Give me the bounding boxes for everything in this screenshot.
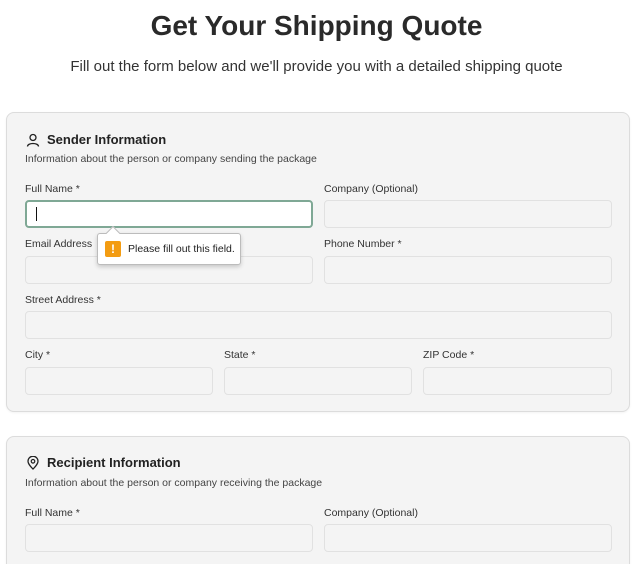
recipient-company-input[interactable] (324, 524, 612, 552)
page-title: Get Your Shipping Quote (150, 10, 483, 41)
recipient-company-label: Company (Optional) (324, 507, 418, 519)
recipient-description: Information about the person or company … (25, 477, 323, 489)
warning-icon: ! (105, 241, 121, 257)
recipient-information-card: Recipient Information Information about … (6, 436, 630, 564)
sender-phone-input[interactable] (324, 256, 612, 284)
sender-email-label: Email Address (25, 238, 93, 250)
sender-full-name-input[interactable] (25, 200, 313, 228)
recipient-full-name-input[interactable] (25, 524, 313, 552)
recipient-title-text: Recipient Information (47, 455, 181, 470)
sender-title-text: Sender Information (47, 132, 167, 147)
sender-full-name-label: Full Name * (25, 183, 80, 195)
user-icon (26, 133, 40, 147)
recipient-full-name-label: Full Name * (25, 507, 80, 519)
map-pin-icon (26, 455, 40, 470)
sender-street-label: Street Address * (25, 294, 101, 306)
validation-message: Please fill out this field. (128, 243, 235, 255)
sender-company-label: Company (Optional) (324, 183, 418, 195)
validation-tooltip: ! Please fill out this field. (97, 225, 241, 265)
sender-state-input[interactable] (224, 367, 412, 395)
recipient-card-title: Recipient Information (26, 455, 181, 470)
page-subtitle: Fill out the form below and we'll provid… (70, 58, 563, 75)
sender-city-input[interactable] (25, 367, 213, 395)
sender-city-label: City * (25, 349, 51, 361)
sender-card-title: Sender Information (26, 132, 166, 147)
sender-street-input[interactable] (25, 311, 612, 339)
sender-state-label: State * (224, 349, 256, 361)
sender-zip-label: ZIP Code * (423, 349, 475, 361)
sender-company-input[interactable] (324, 200, 612, 228)
sender-zip-input[interactable] (423, 367, 612, 395)
text-caret (36, 207, 37, 221)
sender-phone-label: Phone Number * (324, 238, 402, 250)
sender-description: Information about the person or company … (25, 153, 317, 165)
